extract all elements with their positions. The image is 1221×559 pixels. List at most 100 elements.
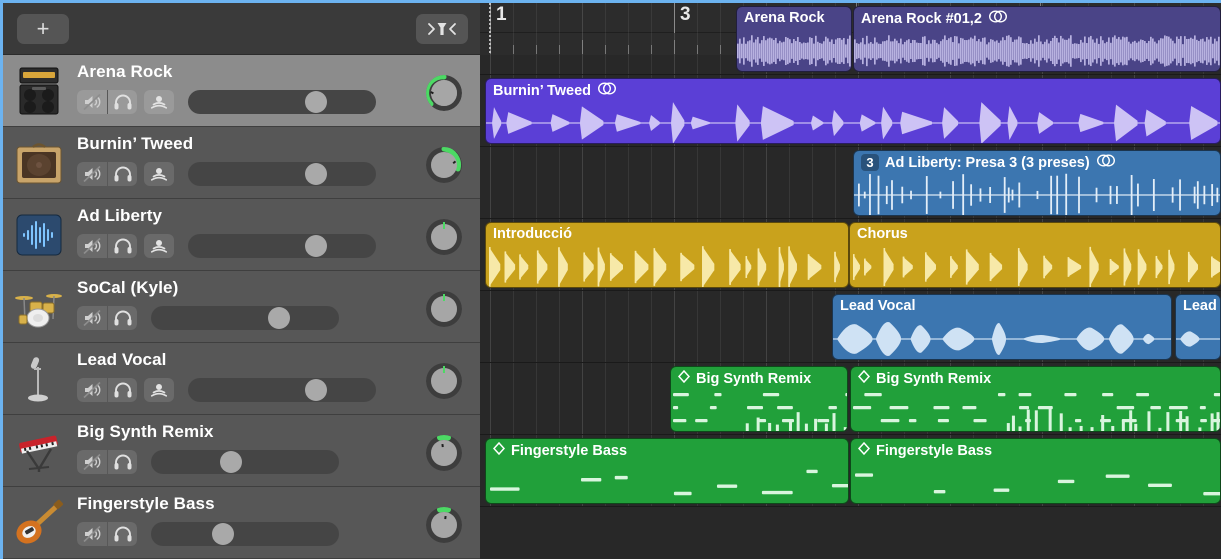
solo-button[interactable] xyxy=(107,90,137,114)
timeline-region[interactable]: Burnin’ Tweed xyxy=(485,78,1221,144)
timeline-region[interactable]: Arena Rock #01,2 xyxy=(853,6,1221,72)
track-lane[interactable]: Fingerstyle Bass Fingerstyle Bass xyxy=(480,435,1221,507)
solo-button[interactable] xyxy=(107,306,137,330)
pan-knob-indicator xyxy=(443,366,445,373)
pan-knob[interactable] xyxy=(426,219,462,255)
timeline-region[interactable]: Fingerstyle Bass xyxy=(850,438,1221,504)
volume-slider-thumb[interactable] xyxy=(220,451,242,473)
loop-stereo-icon xyxy=(988,10,1008,23)
lane-gridline xyxy=(628,363,629,434)
track-lane[interactable]: Big Synth Remix Big Synth Remix xyxy=(480,363,1221,435)
timeline-region[interactable]: Big Synth Remix xyxy=(850,366,1221,432)
region-name: Big Synth Remix xyxy=(696,371,811,387)
lane-gridline xyxy=(605,147,606,218)
volume-slider-thumb[interactable] xyxy=(305,163,327,185)
track-header-row[interactable]: Burnin’ Tweed xyxy=(3,127,480,199)
plus-icon: + xyxy=(37,18,50,40)
record-enable-button[interactable] xyxy=(144,162,174,186)
pan-knob[interactable] xyxy=(426,147,462,183)
track-header-row[interactable]: Arena Rock xyxy=(3,55,480,127)
track-header-row[interactable]: Big Synth Remix xyxy=(3,415,480,487)
track-name[interactable]: Burnin’ Tweed xyxy=(77,134,480,154)
pan-knob-indicator xyxy=(441,444,443,447)
timeline-region[interactable]: 3 Ad Liberty: Presa 3 (3 preses) xyxy=(853,150,1221,216)
timeline-region[interactable]: Arena Rock xyxy=(736,6,852,72)
lane-gridline xyxy=(582,291,583,362)
volume-slider[interactable] xyxy=(188,378,376,402)
track-lane[interactable]: Arena Rock Arena Rock #01,2 xyxy=(480,3,1221,75)
record-enable-button[interactable] xyxy=(144,234,174,258)
track-lane[interactable]: Introducció Chorus xyxy=(480,219,1221,291)
lane-gridline xyxy=(513,291,514,362)
timeline-region[interactable]: Introducció xyxy=(485,222,849,288)
volume-slider-thumb[interactable] xyxy=(212,523,234,545)
record-enable-button[interactable] xyxy=(144,378,174,402)
mute-speaker-icon xyxy=(82,237,102,255)
volume-slider[interactable] xyxy=(188,90,376,114)
region-title-bar: Fingerstyle Bass xyxy=(851,439,1220,459)
mute-button[interactable] xyxy=(77,378,107,402)
mute-button[interactable] xyxy=(77,234,107,258)
solo-button[interactable] xyxy=(107,234,137,258)
region-title-bar: 3 Ad Liberty: Presa 3 (3 preses) xyxy=(854,151,1220,171)
solo-button[interactable] xyxy=(107,162,137,186)
track-header-row[interactable]: Fingerstyle Bass xyxy=(3,487,480,559)
record-enable-button[interactable] xyxy=(144,90,174,114)
pan-knob[interactable] xyxy=(426,435,462,471)
track-lane[interactable]: 3 Ad Liberty: Presa 3 (3 preses) xyxy=(480,147,1221,219)
track-name[interactable]: Arena Rock xyxy=(77,62,480,82)
volume-slider[interactable] xyxy=(151,306,339,330)
pan-knob[interactable] xyxy=(426,507,462,543)
pan-knob[interactable] xyxy=(426,75,462,111)
fit-tracks-button[interactable] xyxy=(416,14,468,44)
region-name: Lead xyxy=(1183,298,1217,314)
timeline-region[interactable]: Big Synth Remix xyxy=(670,366,848,432)
volume-slider-thumb[interactable] xyxy=(268,307,290,329)
volume-slider[interactable] xyxy=(151,522,339,546)
solo-button[interactable] xyxy=(107,378,137,402)
track-name[interactable]: Lead Vocal xyxy=(77,350,480,370)
track-name[interactable]: Fingerstyle Bass xyxy=(77,494,480,514)
timeline-region[interactable]: Fingerstyle Bass xyxy=(485,438,849,504)
tweed-combo-amp-icon xyxy=(13,137,65,189)
region-waveform xyxy=(850,245,1220,287)
timeline-region[interactable]: Lead Vocal xyxy=(832,294,1172,360)
volume-slider-thumb[interactable] xyxy=(305,91,327,113)
track-name[interactable]: Ad Liberty xyxy=(77,206,480,226)
region-title-bar: Arena Rock xyxy=(737,7,851,26)
volume-slider-thumb[interactable] xyxy=(305,379,327,401)
mute-button[interactable] xyxy=(77,306,107,330)
region-title-bar: Arena Rock #01,2 xyxy=(854,7,1220,27)
pan-knob[interactable] xyxy=(426,363,462,399)
solo-button[interactable] xyxy=(107,522,137,546)
mute-button[interactable] xyxy=(77,450,107,474)
mute-button[interactable] xyxy=(77,522,107,546)
volume-slider[interactable] xyxy=(188,234,376,258)
track-header-row[interactable]: Lead Vocal xyxy=(3,343,480,415)
region-title-bar: Lead Vocal xyxy=(833,295,1171,314)
arrange-area[interactable]: 1357 Arena Rock Arena Rock #01,2 Burnin’… xyxy=(480,0,1221,559)
lane-gridline xyxy=(743,291,744,362)
solo-button[interactable] xyxy=(107,450,137,474)
mute-button[interactable] xyxy=(77,90,107,114)
timeline-region[interactable]: Lead xyxy=(1175,294,1221,360)
track-name[interactable]: SoCal (Kyle) xyxy=(77,278,480,298)
pan-knob-cap xyxy=(431,152,457,178)
lane-gridline xyxy=(605,291,606,362)
region-title-bar: Burnin’ Tweed xyxy=(486,79,1220,99)
volume-slider[interactable] xyxy=(151,450,339,474)
track-header-row[interactable]: Ad Liberty xyxy=(3,199,480,271)
volume-slider-thumb[interactable] xyxy=(305,235,327,257)
track-lane[interactable]: Lead Vocal Lead xyxy=(480,291,1221,363)
mute-button[interactable] xyxy=(77,162,107,186)
add-track-button[interactable]: + xyxy=(17,14,69,44)
track-header-row[interactable]: SoCal (Kyle) xyxy=(3,271,480,343)
lane-gridline xyxy=(812,147,813,218)
lane-gridline xyxy=(651,3,652,74)
timeline-region[interactable]: Chorus xyxy=(849,222,1221,288)
track-name[interactable]: Big Synth Remix xyxy=(77,422,480,442)
volume-slider[interactable] xyxy=(188,162,376,186)
pan-knob[interactable] xyxy=(426,291,462,327)
track-lane[interactable]: Burnin’ Tweed xyxy=(480,75,1221,147)
region-waveform xyxy=(854,29,1220,71)
